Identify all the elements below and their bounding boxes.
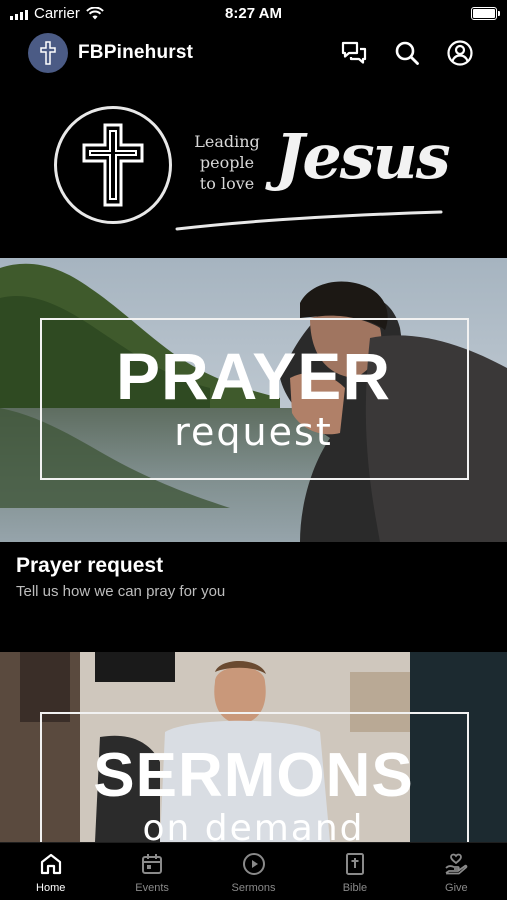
cross-logo (54, 106, 172, 224)
tab-bible-label: Bible (342, 882, 368, 894)
church-avatar[interactable] (28, 33, 68, 73)
app-title: FBPinehurst (78, 42, 194, 63)
search-button[interactable] (392, 38, 422, 68)
tab-give[interactable]: Give (406, 843, 507, 900)
battery-icon (471, 7, 500, 20)
tab-give-label: Give (445, 882, 468, 894)
chat-icon (341, 41, 367, 64)
give-icon (445, 853, 468, 875)
status-bar: Carrier 8:27 AM (0, 0, 507, 28)
status-time: 8:27 AM (225, 5, 282, 22)
app-header: FBPinehurst (0, 30, 507, 76)
cross-icon (82, 123, 144, 207)
cross-icon (40, 41, 56, 65)
search-icon (395, 41, 419, 65)
tab-bible[interactable]: Bible (304, 843, 405, 900)
sermons-overlay-subtitle: on demand (142, 808, 365, 842)
prayer-overlay-title: PRAYER (116, 339, 391, 413)
prayer-request-card[interactable]: PRAYER request Prayer request Tell us ho… (0, 258, 507, 628)
tab-sermons-label: Sermons (231, 882, 276, 894)
church-banner: Leading people to love Jesus (0, 98, 507, 238)
prayer-card-title: Prayer request (16, 554, 164, 577)
profile-icon (447, 40, 473, 66)
banner-tagline: Leading people to love (194, 132, 260, 193)
sermons-overlay-title: SERMONS (93, 741, 414, 810)
calendar-icon (142, 854, 163, 874)
prayer-overlay-subtitle: request (174, 410, 333, 454)
prayer-card-subtitle: Tell us how we can pray for you (16, 583, 226, 600)
tab-bar: Home Events Sermons Bible Give (0, 842, 507, 900)
chat-button[interactable] (339, 38, 369, 68)
banner-jesus-script: Jesus (275, 120, 451, 193)
tab-sermons[interactable]: Sermons (203, 843, 304, 900)
home-icon (40, 853, 61, 875)
tab-events[interactable]: Events (101, 843, 202, 900)
tab-home[interactable]: Home (0, 843, 101, 900)
bible-icon (345, 853, 364, 875)
banner-underline (175, 210, 443, 231)
tab-events-label: Events (135, 882, 169, 894)
sermons-card[interactable]: SERMONS on demand (0, 652, 507, 842)
tab-home-label: Home (36, 882, 66, 894)
profile-button[interactable] (445, 38, 475, 68)
play-icon (242, 853, 265, 875)
